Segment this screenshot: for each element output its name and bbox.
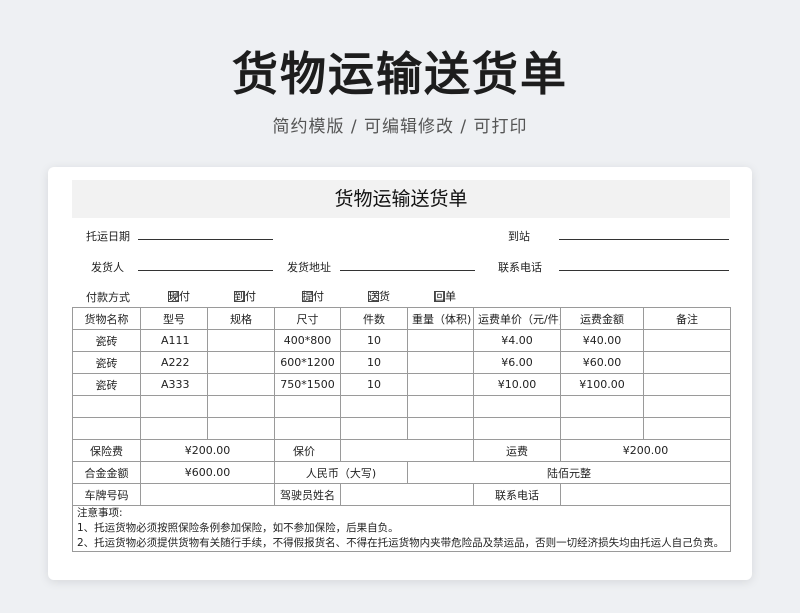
table-contact-phone-field[interactable]: [560, 483, 731, 506]
ship-address-label: 发货地址: [287, 261, 331, 274]
payment-option-delivery[interactable]: 送货: [368, 288, 390, 304]
header-cell: 尺寸: [274, 307, 341, 330]
arrival-field[interactable]: [559, 239, 729, 240]
driver-field[interactable]: [340, 483, 474, 506]
header-cell: 重量（体积): [407, 307, 474, 330]
declared-value-field[interactable]: [340, 439, 474, 462]
form-card: 货物运输送货单 托运日期 到站 发货人 发货地址 联系电话 付款方式 ☑ 现付 …: [48, 167, 752, 580]
driver-row: 车牌号码 驾驶员姓名 联系电话: [72, 483, 731, 506]
total-label: 合金金额: [72, 461, 141, 484]
header-cell: 件数: [340, 307, 408, 330]
checkbox-checked-icon[interactable]: ☑: [168, 290, 179, 302]
notes-title: 注意事项:: [77, 507, 123, 519]
table-row: 瓷砖 A111 400*800 10 ¥4.00 ¥40.00: [72, 329, 731, 352]
page-subtitle: 简约模版 / 可编辑修改 / 可打印: [272, 117, 528, 137]
notes-cell: 注意事项: 1、托运货物必须按照保险条例参加保险，如不参加保险，后果自负。 2、…: [72, 505, 731, 552]
table-row: 瓷砖 A222 600*1200 10 ¥6.00 ¥60.00: [72, 351, 731, 374]
consign-date-label: 托运日期: [86, 230, 130, 243]
shipper-field[interactable]: [138, 270, 273, 271]
info-row-payment: 付款方式 ☑ 现付 到付 提付 送货 回单: [72, 280, 730, 306]
insurance-fee-label: 保险费: [72, 439, 141, 462]
insurance-fee-value[interactable]: ¥200.00: [140, 439, 275, 462]
payment-option-pickup[interactable]: 提付: [302, 288, 324, 304]
total-value[interactable]: ¥600.00: [140, 461, 275, 484]
note-item: 1、托运货物必须按照保险条例参加保险，如不参加保险，后果自负。: [77, 522, 399, 534]
header-cell: 运费金额: [560, 307, 644, 330]
checkbox-icon[interactable]: [234, 290, 245, 302]
info-row-shipper: 发货人 发货地址 联系电话: [72, 249, 730, 280]
contact-phone-field[interactable]: [559, 270, 729, 271]
total-row: 合金金额 ¥600.00 人民币（大写) 陆佰元整: [72, 461, 731, 484]
plate-field[interactable]: [140, 483, 275, 506]
payment-label: 付款方式: [86, 291, 130, 304]
header-cell: 型号: [140, 307, 208, 330]
header-cell: 规格: [207, 307, 275, 330]
page-title: 货物运输送货单: [232, 47, 568, 101]
form-title: 货物运输送货单: [72, 180, 730, 218]
delivery-form: 货物运输送货单 托运日期 到站 发货人 发货地址 联系电话 付款方式 ☑ 现付 …: [72, 180, 731, 552]
table-header-row: 货物名称 型号 规格 尺寸 件数 重量（体积) 运费单价（元/件) 运费金额 备…: [72, 307, 731, 330]
table-row-empty: [72, 417, 731, 440]
ship-address-field[interactable]: [340, 270, 475, 271]
contact-phone-label: 联系电话: [498, 261, 542, 274]
fee-row: 保险费 ¥200.00 保价 运费 ¥200.00: [72, 439, 731, 462]
goods-table: 货物名称 型号 规格 尺寸 件数 重量（体积) 运费单价（元/件) 运费金额 备…: [72, 307, 731, 552]
driver-label: 驾驶员姓名: [274, 483, 341, 506]
plate-label: 车牌号码: [72, 483, 141, 506]
info-row-date: 托运日期 到站: [72, 218, 730, 249]
header-cell: 货物名称: [72, 307, 141, 330]
payment-option-receipt[interactable]: 回单: [434, 288, 456, 304]
rmb-upper-value[interactable]: 陆佰元整: [407, 461, 731, 484]
declared-value-label: 保价: [274, 439, 341, 462]
rmb-upper-label: 人民币（大写): [274, 461, 408, 484]
notes-row: 注意事项: 1、托运货物必须按照保险条例参加保险，如不参加保险，后果自负。 2、…: [72, 505, 731, 552]
payment-option-cash[interactable]: ☑ 现付: [168, 288, 190, 304]
freight-value[interactable]: ¥200.00: [560, 439, 731, 462]
checkbox-icon[interactable]: [434, 290, 445, 302]
header-cell: 备注: [643, 307, 731, 330]
header-cell: 运费单价（元/件): [473, 307, 561, 330]
payment-option-cod[interactable]: 到付: [234, 288, 256, 304]
freight-label: 运费: [473, 439, 561, 462]
arrival-label: 到站: [508, 230, 530, 243]
note-item: 2、托运货物必须提供货物有关随行手续，不得假报货名、不得在托运货物内夹带危险品及…: [77, 537, 725, 549]
checkbox-icon[interactable]: [368, 290, 379, 302]
table-row-empty: [72, 395, 731, 418]
shipper-label: 发货人: [91, 261, 124, 274]
consign-date-field[interactable]: [138, 239, 273, 240]
table-row: 瓷砖 A333 750*1500 10 ¥10.00 ¥100.00: [72, 373, 731, 396]
table-contact-phone-label: 联系电话: [473, 483, 561, 506]
checkbox-icon[interactable]: [302, 290, 313, 302]
